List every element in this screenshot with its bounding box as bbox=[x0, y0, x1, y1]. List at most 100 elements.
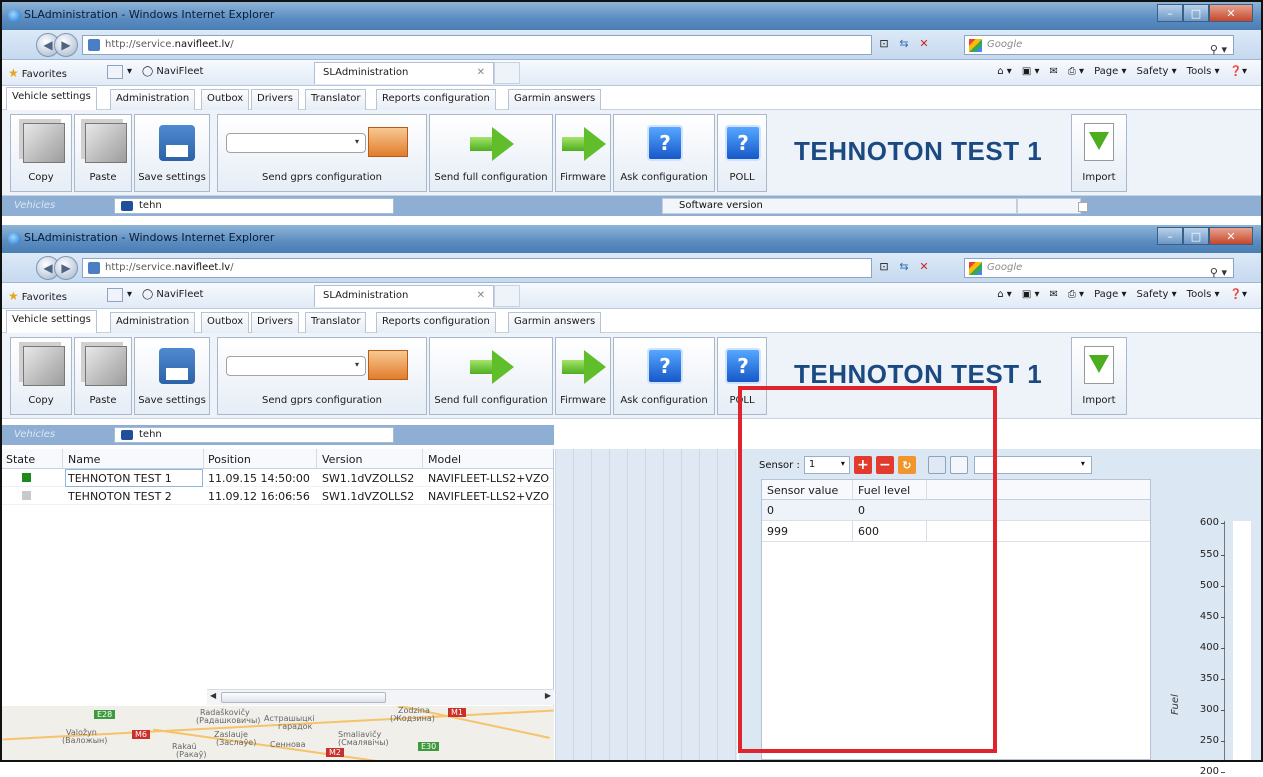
tools-menu[interactable]: Tools ▾ bbox=[1187, 289, 1220, 300]
col-version[interactable]: Version bbox=[322, 453, 362, 466]
maximize-button[interactable]: □ bbox=[1183, 4, 1209, 22]
copy-button[interactable]: Copy bbox=[10, 337, 72, 415]
search-icon[interactable]: ⚲ ▾ bbox=[1210, 266, 1227, 279]
search-input[interactable]: Google ⚲ ▾ bbox=[964, 35, 1234, 56]
feeds-icon[interactable]: ▣ ▾ bbox=[1022, 289, 1040, 300]
scrollbar-thumb[interactable] bbox=[221, 692, 386, 703]
paste-button[interactable]: Paste bbox=[74, 337, 132, 415]
horizontal-scrollbar[interactable]: ◀ ▶ bbox=[207, 689, 554, 705]
import-button[interactable]: Import bbox=[1071, 337, 1127, 415]
feeds-icon[interactable]: ▣ ▾ bbox=[1022, 66, 1040, 77]
home-icon[interactable]: ⌂ ▾ bbox=[997, 66, 1012, 77]
help-icon[interactable]: ❓▾ bbox=[1230, 289, 1247, 300]
tab-vehicle-settings[interactable]: Vehicle settings bbox=[6, 87, 97, 111]
minimize-button[interactable]: – bbox=[1157, 227, 1183, 245]
quick-tabs-icon[interactable] bbox=[107, 288, 123, 302]
safety-menu[interactable]: Safety ▾ bbox=[1136, 289, 1176, 300]
favorites-button[interactable]: ★ Favorites bbox=[8, 289, 67, 303]
paste-button[interactable]: Paste bbox=[74, 114, 132, 192]
new-tab-button[interactable] bbox=[494, 285, 520, 307]
import-button[interactable]: Import bbox=[1071, 114, 1127, 192]
tab-close-icon[interactable]: ✕ bbox=[477, 290, 485, 301]
vehicle-search-input[interactable]: tehn bbox=[114, 427, 394, 443]
forward-icon[interactable]: ▶ bbox=[54, 256, 78, 280]
tab-outbox[interactable]: Outbox bbox=[201, 312, 250, 333]
col-position[interactable]: Position bbox=[208, 453, 251, 466]
scroll-left-icon[interactable]: ◀ bbox=[210, 691, 216, 700]
close-button[interactable]: ✕ bbox=[1209, 4, 1253, 22]
tab-garmin-answers[interactable]: Garmin answers bbox=[508, 312, 602, 333]
refresh-icon[interactable]: ⇆ bbox=[896, 36, 912, 52]
tab-translator[interactable]: Translator bbox=[305, 89, 367, 110]
send-full-config-button[interactable]: Send full configuration bbox=[429, 114, 553, 192]
tab-navifleet[interactable]: ◯ NaviFleet bbox=[142, 66, 203, 77]
minimize-button[interactable]: – bbox=[1157, 4, 1183, 22]
tools-menu[interactable]: Tools ▾ bbox=[1187, 66, 1220, 77]
copy-button[interactable]: Copy bbox=[10, 114, 72, 192]
stop-icon[interactable]: ✕ bbox=[916, 259, 932, 275]
url-input[interactable]: http://service.navifleet.lv/ bbox=[82, 258, 872, 278]
tab-garmin-answers[interactable]: Garmin answers bbox=[508, 89, 602, 110]
new-tab-button[interactable] bbox=[494, 62, 520, 84]
firmware-button[interactable]: Firmware bbox=[555, 114, 611, 192]
col-state[interactable]: State bbox=[6, 453, 35, 466]
col-name[interactable]: Name bbox=[68, 453, 100, 466]
search-icon[interactable]: ⚲ ▾ bbox=[1210, 43, 1227, 56]
tab-close-icon[interactable]: ✕ bbox=[477, 67, 485, 78]
col-model[interactable]: Model bbox=[428, 453, 461, 466]
tab-administration[interactable]: Administration bbox=[110, 312, 196, 333]
print-icon[interactable]: ⎙ ▾ bbox=[1068, 289, 1084, 300]
tab-administration[interactable]: Administration bbox=[110, 89, 196, 110]
firmware-button[interactable]: Firmware bbox=[555, 337, 611, 415]
help-icon[interactable]: ❓▾ bbox=[1230, 66, 1247, 77]
ask-configuration-button[interactable]: ? Ask configuration bbox=[613, 114, 715, 192]
table-row[interactable]: TEHNOTON TEST 2 11.09.12 16:06:56 SW1.1d… bbox=[2, 487, 553, 505]
tab-drivers[interactable]: Drivers bbox=[251, 89, 299, 110]
tab-navifleet[interactable]: ◯ NaviFleet bbox=[142, 289, 203, 300]
maximize-button[interactable]: □ bbox=[1183, 227, 1209, 245]
home-icon[interactable]: ⌂ ▾ bbox=[997, 289, 1012, 300]
page-menu[interactable]: Page ▾ bbox=[1094, 289, 1126, 300]
save-settings-button[interactable]: Save settings bbox=[134, 114, 210, 192]
search-input[interactable]: Google ⚲ ▾ bbox=[964, 258, 1234, 279]
compat-view-icon[interactable]: ⊡ bbox=[876, 36, 892, 52]
close-button[interactable]: ✕ bbox=[1209, 227, 1253, 245]
map-preview[interactable]: E28 M1 M6 M2 E30 Radaškovičy (Радашкович… bbox=[2, 706, 554, 760]
favorites-button[interactable]: ★ Favorites bbox=[8, 66, 67, 80]
checkbox[interactable] bbox=[1078, 202, 1088, 212]
stop-icon[interactable]: ✕ bbox=[916, 36, 932, 52]
tab-vehicle-settings[interactable]: Vehicle settings bbox=[6, 310, 97, 334]
tab-sladministration[interactable]: SLAdministration ✕ bbox=[314, 62, 494, 84]
page-menu[interactable]: Page ▾ bbox=[1094, 66, 1126, 77]
google-icon bbox=[969, 39, 982, 52]
tab-list-icon[interactable]: ▾ bbox=[127, 289, 132, 300]
quick-tabs-icon[interactable] bbox=[107, 65, 123, 79]
tab-translator[interactable]: Translator bbox=[305, 312, 367, 333]
save-settings-button[interactable]: Save settings bbox=[134, 337, 210, 415]
url-input[interactable]: http://service.navifleet.lv/ bbox=[82, 35, 872, 55]
forward-icon[interactable]: ▶ bbox=[54, 33, 78, 57]
vehicle-search-input[interactable]: tehn bbox=[114, 198, 394, 214]
tab-reports-configuration[interactable]: Reports configuration bbox=[376, 89, 496, 110]
refresh-icon[interactable]: ⇆ bbox=[896, 259, 912, 275]
poll-button[interactable]: ? POLL bbox=[717, 114, 767, 192]
mail-icon[interactable]: ✉ bbox=[1049, 289, 1057, 300]
compat-view-icon[interactable]: ⊡ bbox=[876, 259, 892, 275]
envelope-icon[interactable] bbox=[368, 350, 408, 380]
tab-outbox[interactable]: Outbox bbox=[201, 89, 250, 110]
table-row[interactable]: TEHNOTON TEST 1 11.09.15 14:50:00 SW1.1d… bbox=[2, 469, 553, 487]
gprs-select[interactable]: ▾ bbox=[226, 133, 366, 153]
tab-list-icon[interactable]: ▾ bbox=[127, 66, 132, 77]
tab-reports-configuration[interactable]: Reports configuration bbox=[376, 312, 496, 333]
envelope-icon[interactable] bbox=[368, 127, 408, 157]
mail-icon[interactable]: ✉ bbox=[1049, 66, 1057, 77]
print-icon[interactable]: ⎙ ▾ bbox=[1068, 66, 1084, 77]
tab-sladministration[interactable]: SLAdministration ✕ bbox=[314, 285, 494, 307]
ask-configuration-button[interactable]: ? Ask configuration bbox=[613, 337, 715, 415]
safety-menu[interactable]: Safety ▾ bbox=[1136, 66, 1176, 77]
y-tick-label: 600 bbox=[1199, 517, 1226, 528]
send-full-config-button[interactable]: Send full configuration bbox=[429, 337, 553, 415]
gprs-select[interactable]: ▾ bbox=[226, 356, 366, 376]
tab-drivers[interactable]: Drivers bbox=[251, 312, 299, 333]
scroll-right-icon[interactable]: ▶ bbox=[545, 691, 551, 700]
